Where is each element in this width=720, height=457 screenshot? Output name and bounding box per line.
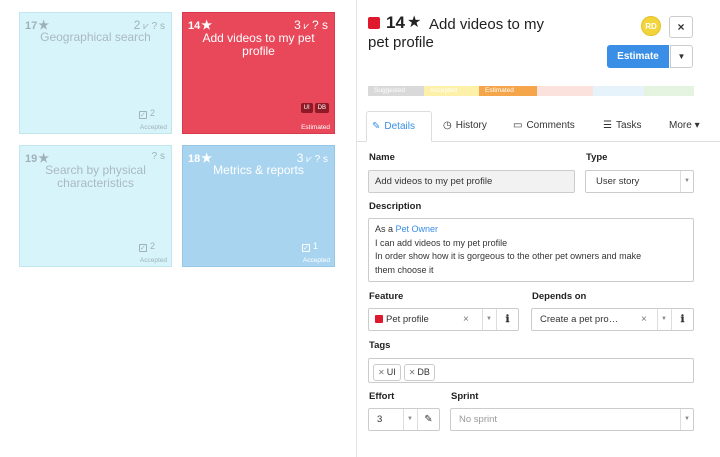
remove-tag-icon[interactable]: ✕	[409, 368, 416, 377]
checklist-count: ✓ 1	[301, 241, 318, 252]
card-title: Search by physical characteristics	[45, 163, 146, 190]
star-icon[interactable]: ★	[201, 151, 212, 165]
pipeline-step[interactable]	[593, 86, 644, 96]
chevron-down-icon: ▼	[677, 52, 686, 61]
card-status: Accepted	[139, 257, 167, 264]
chevron-down-icon: ▼	[680, 171, 693, 192]
card-title: Add videos to my pet profile	[202, 31, 315, 58]
description-textarea[interactable]: As a Pet Owner I can add videos to my pe…	[368, 218, 694, 282]
feature-select[interactable]: Pet profile × ▼ ℹ	[368, 308, 519, 331]
story-card-18[interactable]: 18★ 3 ⩗ ? s Metrics & reports ✓ 1 Accepte…	[182, 145, 335, 267]
app-window: 17★ 2 ⩗ ? s Geographical search ✓ 2 Accep…	[0, 0, 720, 457]
pipeline-step[interactable]: Estimated	[479, 86, 537, 96]
tab-tasks[interactable]: ☰ Tasks	[603, 111, 642, 142]
remove-tag-icon[interactable]: ✕	[378, 368, 385, 377]
chevron-down-icon[interactable]: ▼	[403, 409, 416, 430]
tags-label: Tags	[369, 340, 391, 351]
story-card-14[interactable]: 14★ 3 ⩗ ? s Add videos to my pet profile…	[182, 12, 335, 134]
tags-input[interactable]: ✕ UI ✕ DB	[368, 358, 694, 383]
tab-comments[interactable]: ▭ Comments	[513, 111, 575, 142]
type-select[interactable]: User story ▼	[585, 170, 694, 193]
detail-tabs: ✎ Details ◷ History ▭ Comments ☰ Tasks More …	[357, 111, 720, 142]
chevron-down-icon[interactable]: ▼	[657, 309, 670, 330]
issue-title[interactable]: Add videos to my pet profile	[368, 15, 629, 51]
checkbox-icon: ✓	[301, 244, 310, 252]
card-status: Estimated	[301, 124, 330, 131]
effort-select[interactable]: 3 ▼ ✎	[368, 408, 440, 431]
detail-panel: 14 ★ Add videos to my pet profile RD × E…	[356, 0, 720, 457]
tag-badge: UI	[300, 103, 313, 113]
card-number: 14★	[188, 18, 213, 32]
close-button[interactable]: ×	[669, 16, 693, 38]
card-title: Metrics & reports	[213, 163, 304, 177]
story-card-17[interactable]: 17★ 2 ⩗ ? s Geographical search ✓ 2 Accep…	[19, 12, 172, 134]
pipeline-step[interactable]	[644, 86, 694, 96]
card-status: Accepted	[302, 257, 330, 264]
type-label: Type	[586, 152, 608, 163]
tag-badge: DB	[314, 103, 329, 113]
tab-more[interactable]: More ▾	[669, 111, 700, 142]
clear-icon[interactable]: ×	[641, 309, 647, 330]
info-icon[interactable]: ℹ	[496, 309, 518, 330]
card-meta: ? s	[151, 151, 165, 162]
clock-icon: ◷	[443, 120, 452, 131]
avatar[interactable]: RD	[641, 16, 661, 36]
effort-label: Effort	[369, 391, 395, 402]
star-icon[interactable]: ★	[407, 12, 421, 32]
edit-icon: ✎	[372, 121, 381, 132]
feature-label: Feature	[369, 291, 404, 302]
tag-chip[interactable]: ✕ DB	[403, 364, 435, 381]
issue-number: 14	[386, 13, 405, 32]
pipeline-step[interactable]	[537, 86, 593, 96]
card-number: 18★	[188, 151, 213, 165]
card-meta: 3 ⩗ ? s	[294, 18, 328, 32]
estimate-button[interactable]: Estimate	[607, 45, 669, 68]
description-label: Description	[369, 201, 422, 212]
name-label: Name	[369, 152, 395, 163]
card-title: Geographical search	[40, 30, 151, 44]
card-status: Accepted	[139, 124, 167, 131]
info-icon[interactable]: ℹ	[671, 309, 693, 330]
story-card-19[interactable]: 19★ ? s Search by physical characteristi…	[19, 145, 172, 267]
checkbox-icon: ✓	[138, 244, 147, 252]
chevron-down-icon[interactable]: ▼	[482, 309, 495, 330]
sprint-select[interactable]: No sprint ▼	[450, 408, 694, 431]
feature-color-icon	[368, 17, 380, 29]
depends-on-select[interactable]: Create a pet pro… × ▼ ℹ	[531, 308, 694, 331]
sprint-label: Sprint	[451, 391, 479, 402]
pencil-icon[interactable]: ✎	[417, 409, 439, 430]
tasks-icon: ☰	[603, 120, 612, 131]
card-tags: UI DB	[299, 96, 329, 114]
status-pipeline: Suggested Accepted Estimated	[368, 86, 694, 96]
tab-details[interactable]: ✎ Details	[366, 111, 432, 142]
tag-chip[interactable]: ✕ UI	[373, 364, 401, 381]
checklist-count: ✓ 2	[138, 241, 155, 252]
comment-icon: ▭	[513, 120, 523, 131]
star-icon[interactable]: ★	[201, 18, 212, 32]
persona-link[interactable]: Pet Owner	[396, 224, 439, 234]
name-input[interactable]: Add videos to my pet profile	[368, 170, 575, 193]
clear-icon[interactable]: ×	[463, 309, 469, 330]
depends-on-label: Depends on	[532, 291, 587, 302]
feature-color-icon	[375, 315, 383, 323]
checkbox-icon: ✓	[138, 111, 147, 119]
estimate-dropdown-button[interactable]: ▼	[670, 45, 693, 68]
pipeline-step[interactable]: Accepted	[424, 86, 479, 96]
pipeline-step[interactable]: Suggested	[368, 86, 424, 96]
chevron-down-icon: ▼	[680, 409, 693, 430]
tab-history[interactable]: ◷ History	[443, 111, 487, 142]
caret-down-icon: ▾	[694, 120, 700, 131]
checklist-count: ✓ 2	[138, 108, 155, 119]
